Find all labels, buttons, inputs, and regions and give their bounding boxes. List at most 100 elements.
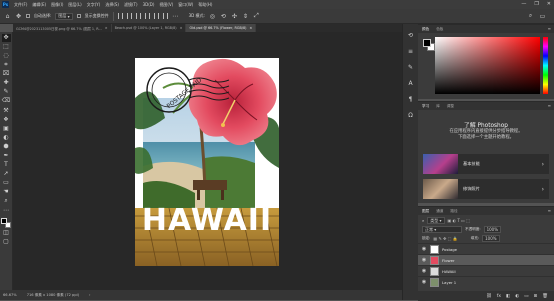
new-layer-icon[interactable]: ⊞ xyxy=(534,294,538,299)
align-middle-icon[interactable] xyxy=(153,13,159,19)
move-tool-icon[interactable]: ✥ xyxy=(15,13,22,20)
show-transform-checkbox[interactable] xyxy=(76,14,81,18)
character-icon[interactable]: A xyxy=(407,80,414,87)
blur-tool-icon[interactable]: ⬢ xyxy=(2,143,11,151)
paragraph-icon[interactable]: ¶ xyxy=(407,96,414,103)
blend-mode-dropdown[interactable]: 正常 ▾ xyxy=(422,226,462,233)
color-picker-field[interactable] xyxy=(435,37,540,94)
color-fg-swatch[interactable] xyxy=(423,39,431,47)
document-canvas[interactable]: POSTAGE PAID HAWAII xyxy=(135,58,279,266)
align-top-icon[interactable] xyxy=(144,13,150,19)
tab-paths[interactable]: 路径 xyxy=(450,209,457,214)
layer-row-postage[interactable]: ◉ Postage xyxy=(418,243,554,254)
history-brush-icon[interactable]: ❖ xyxy=(2,116,11,124)
tab-adjustments[interactable]: 调整 xyxy=(447,104,454,109)
hand-tool-icon[interactable]: ☚ xyxy=(2,189,11,197)
quick-mask-icon[interactable]: ◫ xyxy=(2,229,11,237)
layer-row-layer-1[interactable]: ◉ Layer 1 xyxy=(418,276,554,287)
3d-scale-icon[interactable]: ⤢ xyxy=(253,12,260,20)
new-group-icon[interactable]: ▭ xyxy=(524,294,528,299)
visibility-eye-icon[interactable]: ◉ xyxy=(418,279,430,285)
align-bottom-icon[interactable] xyxy=(162,13,168,19)
rectangle-tool-icon[interactable]: ▭ xyxy=(2,180,11,188)
kind-filter-dropdown[interactable]: 类型 ▾ xyxy=(427,217,445,224)
tab-learn[interactable]: 学习 xyxy=(422,104,429,109)
lock-icons[interactable]: ▦ ✎ ✥ ⬚ 🔒 xyxy=(433,236,457,241)
workspace-icon[interactable]: ▭ xyxy=(539,13,546,20)
visibility-eye-icon[interactable]: ◉ xyxy=(418,257,430,263)
3d-roll-icon[interactable]: ⟲ xyxy=(220,13,227,20)
auto-select-dropdown[interactable]: 图层 ▾ xyxy=(55,12,73,20)
tab-channels[interactable]: 通道 xyxy=(436,209,443,214)
filter-icons[interactable]: ▣ ◐ T ▭ ⬚ xyxy=(448,218,470,223)
brush-tool-icon[interactable]: ✎ xyxy=(2,89,11,97)
hue-slider[interactable] xyxy=(543,37,548,94)
frame-tool-icon[interactable]: ⌧ xyxy=(2,70,11,78)
type-tool-icon[interactable]: T xyxy=(2,161,11,169)
search-icon[interactable]: ⌕ xyxy=(527,12,534,20)
auto-select-checkbox[interactable] xyxy=(26,14,30,18)
properties-icon[interactable]: ≡ xyxy=(407,48,414,55)
menu-view[interactable]: 视图(V) xyxy=(159,2,173,8)
close-tab-icon[interactable]: × xyxy=(105,26,108,30)
link-layers-icon[interactable]: ⛓ xyxy=(486,294,492,299)
gradient-tool-icon[interactable]: ▣ xyxy=(2,125,11,133)
menu-select[interactable]: 选择(S) xyxy=(105,2,119,8)
learn-card-fix-photo[interactable]: 修饰照片 › xyxy=(423,179,549,199)
color-swatches[interactable] xyxy=(1,217,11,228)
visibility-eye-icon[interactable]: ◉ xyxy=(418,268,430,274)
tab-document-1[interactable]: GCM4@2023113005日视.png @ 66.7% (图层 1, R..… xyxy=(13,24,112,32)
tab-document-3[interactable]: Old.psd @ 66.7% (Flower, RGB/8) × xyxy=(186,24,257,32)
eraser-tool-icon[interactable]: ⌫ xyxy=(2,98,11,106)
marquee-tool-icon[interactable]: ⬚ xyxy=(2,43,11,51)
delete-layer-icon[interactable]: 🗑 xyxy=(542,294,548,299)
menu-help[interactable]: 帮助(H) xyxy=(198,2,212,8)
3d-slide-icon[interactable]: ⇕ xyxy=(242,13,249,20)
foreground-color[interactable] xyxy=(1,217,7,224)
zoom-level[interactable]: 66.67% xyxy=(3,293,17,297)
layer-row-flower[interactable]: ◉ Flower xyxy=(418,254,554,265)
stamp-tool-icon[interactable]: ⚒ xyxy=(2,107,11,115)
maximize-button[interactable]: ❐ xyxy=(534,1,538,7)
lasso-tool-icon[interactable]: ◌ xyxy=(2,52,11,60)
history-icon[interactable]: ⟲ xyxy=(407,32,414,39)
minimize-button[interactable]: — xyxy=(521,1,526,7)
brush-settings-icon[interactable]: ✎ xyxy=(407,64,414,71)
panel-menu-icon[interactable]: ≡ xyxy=(548,26,551,31)
menu-layer[interactable]: 图层(L) xyxy=(68,2,81,8)
move-tool-icon[interactable]: ✥ xyxy=(1,34,11,42)
menu-edit[interactable]: 编辑(E) xyxy=(32,2,46,8)
adjustment-layer-icon[interactable]: ◐ xyxy=(515,294,519,299)
menu-window[interactable]: 窗口(W) xyxy=(178,2,193,8)
more-options-icon[interactable]: ⋯ xyxy=(172,13,179,20)
layer-row-hawaii[interactable]: ◉ HAWAII xyxy=(418,265,554,276)
close-window-button[interactable]: ✕ xyxy=(547,1,551,7)
tab-layers[interactable]: 图层 xyxy=(422,209,429,214)
menu-3d[interactable]: 3D(D) xyxy=(143,2,155,7)
screen-mode-icon[interactable]: ▢ xyxy=(2,239,11,247)
menu-file[interactable]: 文件(F) xyxy=(14,2,27,8)
tab-document-2[interactable]: Beach.psd @ 100% (Layer 1, RGB/8) × xyxy=(112,24,187,32)
crop-tool-icon[interactable]: ⌗ xyxy=(2,61,11,69)
zoom-tool-icon[interactable]: ⌕ xyxy=(2,198,11,206)
add-mask-icon[interactable]: ◧ xyxy=(506,294,510,299)
align-center-icon[interactable] xyxy=(126,13,132,19)
more-tools-icon[interactable]: ⋯ xyxy=(2,207,11,215)
learn-card-fundamental-skills[interactable]: 基本技能 › xyxy=(423,154,549,174)
healing-tool-icon[interactable]: ✚ xyxy=(2,79,11,87)
pen-tool-icon[interactable]: ✒ xyxy=(2,152,11,160)
menu-filter[interactable]: 滤镜(T) xyxy=(124,2,138,8)
tab-swatches[interactable]: 色板 xyxy=(436,27,443,32)
tab-color[interactable]: 颜色 xyxy=(422,27,429,32)
align-right-icon[interactable] xyxy=(135,13,141,19)
path-select-icon[interactable]: ➚ xyxy=(2,170,11,178)
panel-menu-icon[interactable]: ≡ xyxy=(548,103,551,108)
glyphs-icon[interactable]: Ω xyxy=(407,112,414,119)
panel-menu-icon[interactable]: ≡ xyxy=(548,208,551,213)
menu-image[interactable]: 图像(I) xyxy=(51,2,63,8)
opacity-input[interactable]: 100% xyxy=(483,226,502,233)
fill-input[interactable]: 100% xyxy=(482,235,500,242)
close-tab-icon[interactable]: × xyxy=(180,26,183,30)
3d-pan-icon[interactable]: ✣ xyxy=(231,13,238,20)
dodge-tool-icon[interactable]: ◐ xyxy=(2,134,11,142)
